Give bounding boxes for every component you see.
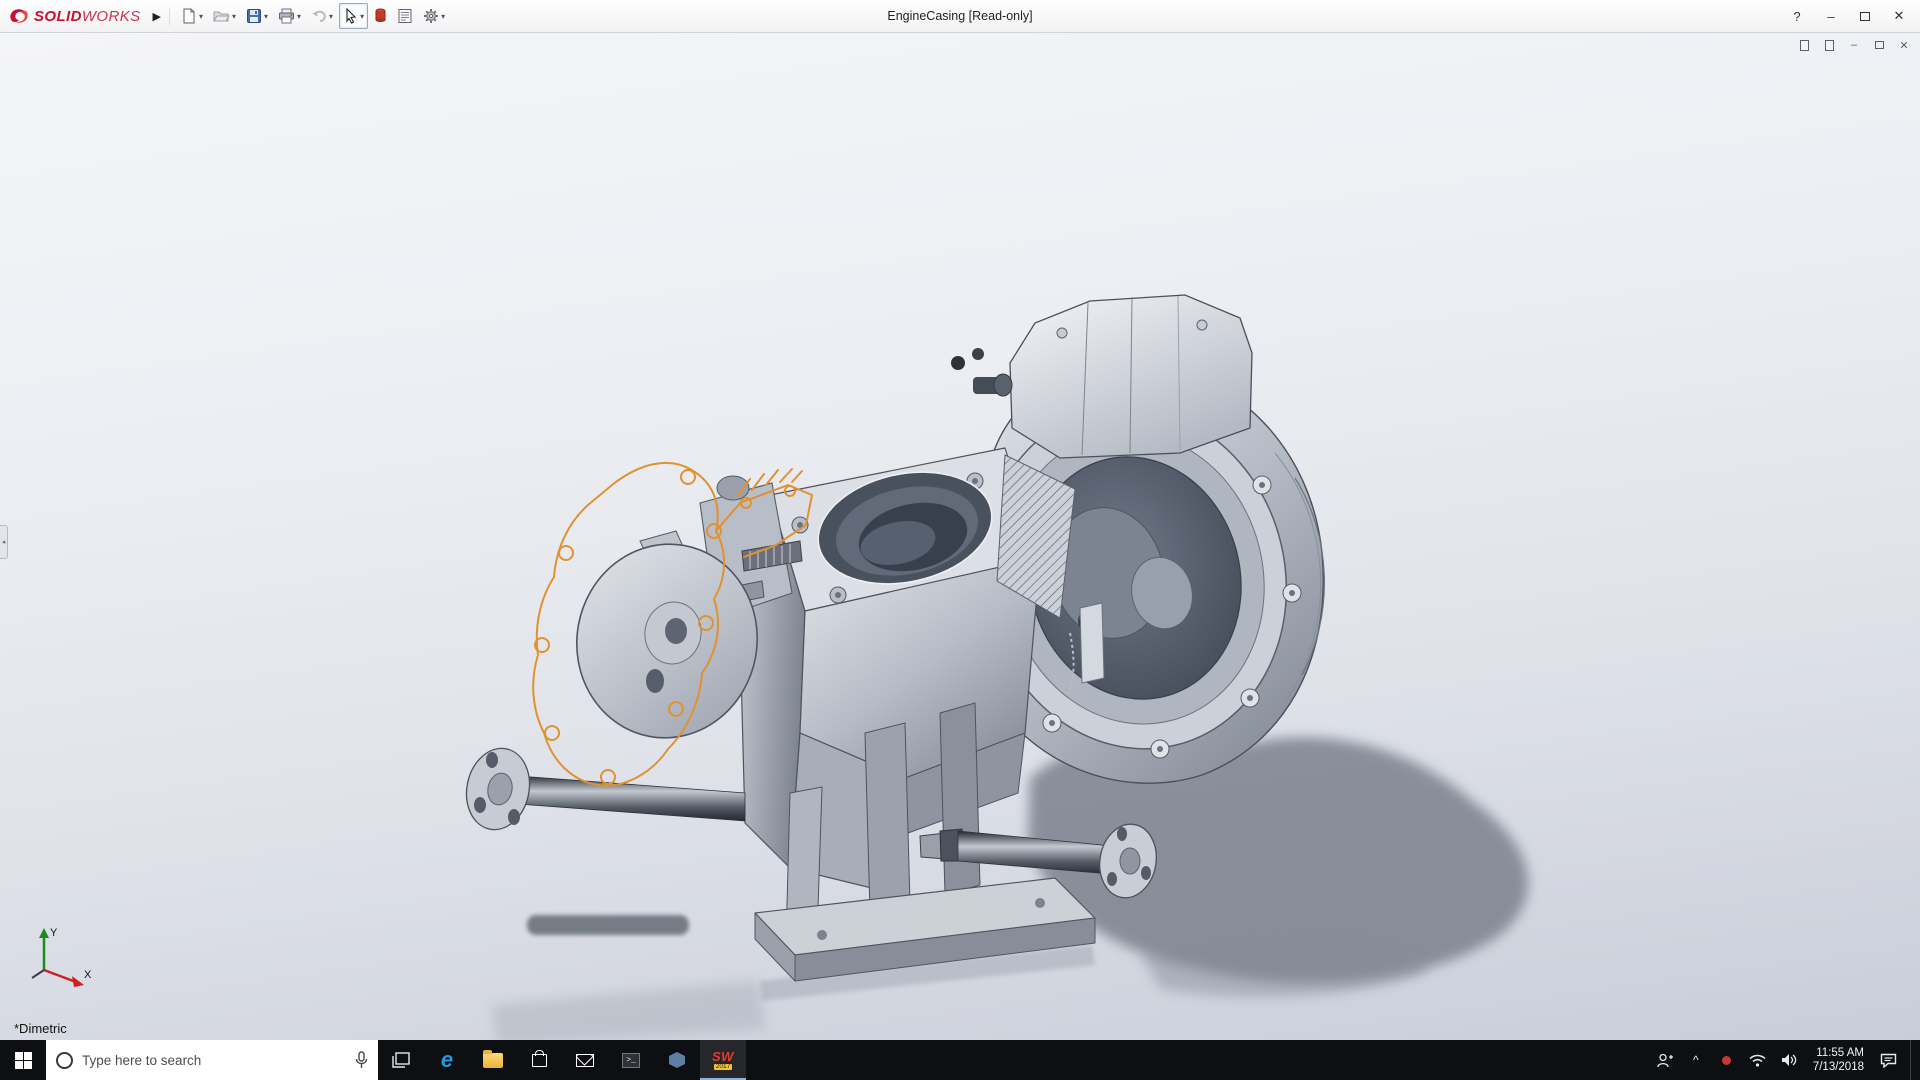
solidworks-application-window: SOLIDWORKS ▶ ▾ ▾ ▾ ▾ ▾ ▾ ▾ EngineCasing … [0, 0, 1920, 1080]
task-view-icon [392, 1052, 410, 1068]
xpress-products-icon [375, 8, 386, 22]
file-explorer-icon [483, 1049, 503, 1068]
doc-close-button[interactable]: ✕ [1896, 38, 1912, 52]
select-cursor-icon [346, 8, 357, 24]
minimize-button[interactable]: – [1814, 4, 1848, 28]
volume-icon[interactable] [1780, 1049, 1798, 1071]
taskbar-app-command-prompt[interactable]: >_ [608, 1040, 654, 1080]
search-input[interactable] [82, 1052, 346, 1068]
dropdown-arrow-icon[interactable]: ▾ [199, 12, 203, 21]
print-button[interactable]: ▾ [274, 3, 305, 29]
menu-expand-arrow[interactable]: ▶ [149, 7, 170, 25]
left-shaft[interactable] [459, 742, 746, 835]
doc-restore-up-button[interactable] [1796, 38, 1812, 52]
options-button[interactable]: ▾ [419, 3, 449, 29]
store-icon [531, 1049, 547, 1067]
document-page-icon [1799, 39, 1809, 51]
taskbar-app-edge[interactable]: e [424, 1040, 470, 1080]
edrawings-icon [669, 1052, 685, 1068]
taskbar-app-mail[interactable] [562, 1040, 608, 1080]
featuremanager-collapsed-handle[interactable]: ◂ [0, 525, 8, 559]
solidworks-logo: SOLIDWORKS [4, 6, 149, 26]
view-orientation-label: *Dimetric [14, 1021, 67, 1036]
doc-restore-button[interactable] [1871, 38, 1887, 52]
dropdown-arrow-icon[interactable]: ▾ [232, 12, 236, 21]
title-bar: SOLIDWORKS ▶ ▾ ▾ ▾ ▾ ▾ ▾ ▾ EngineCasing … [0, 0, 1920, 33]
close-button[interactable]: ✕ [1882, 4, 1916, 28]
solidworks-wordmark: SOLIDWORKS [34, 7, 141, 25]
taskbar-app-file-explorer[interactable] [470, 1040, 516, 1080]
triad-y-label: Y [50, 927, 58, 939]
xpress-products-button[interactable] [370, 3, 391, 29]
top-cover-housing[interactable] [951, 294, 1253, 459]
open-button[interactable]: ▾ [209, 3, 240, 29]
mail-icon [576, 1053, 594, 1067]
file-properties-button[interactable] [393, 3, 417, 29]
dropdown-arrow-icon[interactable]: ▾ [329, 12, 333, 21]
show-hidden-icons-caret[interactable]: ^ [1687, 1049, 1705, 1071]
windows-taskbar: e >_ SW 2017 ^ [0, 1040, 1920, 1080]
undo-button[interactable]: ▾ [307, 3, 337, 29]
graphics-area[interactable]: – ✕ ◂ Y X *Dimetric [0, 33, 1920, 1040]
people-icon[interactable] [1656, 1049, 1674, 1071]
doc-minimize-button[interactable]: – [1846, 38, 1862, 52]
windows-logo-icon [14, 1051, 32, 1069]
doc-restore-icon [1874, 41, 1884, 49]
dropdown-arrow-icon[interactable]: ▾ [441, 12, 445, 21]
restore-icon [1860, 11, 1870, 21]
triad-x-label: X [84, 969, 92, 981]
help-button[interactable]: ? [1780, 4, 1814, 28]
microphone-icon[interactable] [355, 1051, 368, 1069]
command-prompt-icon: >_ [622, 1052, 640, 1068]
network-icon[interactable] [1749, 1049, 1767, 1071]
dropdown-arrow-icon[interactable]: ▾ [360, 12, 364, 21]
dassault-ds-icon [10, 9, 28, 23]
save-floppy-icon [247, 9, 262, 23]
solidworks-2017-icon: SW 2017 [712, 1048, 734, 1071]
system-tray: ^ 11:55 AM 7/13/2018 [1656, 1040, 1920, 1080]
dropdown-arrow-icon[interactable]: ▾ [264, 12, 268, 21]
window-controls: ? – ✕ [1780, 4, 1916, 28]
undo-icon [312, 10, 326, 22]
start-button[interactable] [0, 1040, 46, 1080]
print-icon [279, 8, 295, 24]
edge-icon: e [440, 1047, 454, 1072]
3d-model-engine-casing[interactable] [0, 33, 1920, 1040]
select-tool-button[interactable]: ▾ [339, 3, 369, 29]
clock-date: 7/13/2018 [1812, 1061, 1864, 1073]
taskbar-app-solidworks[interactable]: SW 2017 [700, 1040, 746, 1080]
open-folder-icon [213, 11, 230, 22]
document-page-icon [1824, 39, 1834, 51]
taskbar-clock[interactable]: 11:55 AM 7/13/2018 [1811, 1046, 1866, 1074]
cortana-icon [56, 1051, 73, 1069]
file-properties-icon [398, 9, 412, 23]
restore-button[interactable] [1848, 4, 1882, 28]
taskbar-app-store[interactable] [516, 1040, 562, 1080]
dropdown-arrow-icon[interactable]: ▾ [297, 12, 301, 21]
options-gear-icon [424, 9, 439, 23]
orientation-triad: Y X [31, 927, 92, 987]
taskbar-search[interactable] [46, 1040, 378, 1080]
document-window-controls: – ✕ [1796, 38, 1912, 52]
antivirus-tray-icon[interactable] [1718, 1049, 1736, 1071]
doc-new-view-button[interactable] [1821, 38, 1837, 52]
action-center-icon[interactable] [1879, 1049, 1897, 1071]
taskbar-app-edrawings[interactable] [654, 1040, 700, 1080]
clock-time: 11:55 AM [1816, 1047, 1864, 1059]
new-document-icon [183, 8, 195, 24]
show-desktop-button[interactable] [1910, 1040, 1916, 1080]
save-button[interactable]: ▾ [242, 3, 272, 29]
new-document-button[interactable]: ▾ [177, 3, 207, 29]
taskbar-app-task-view[interactable] [378, 1040, 424, 1080]
